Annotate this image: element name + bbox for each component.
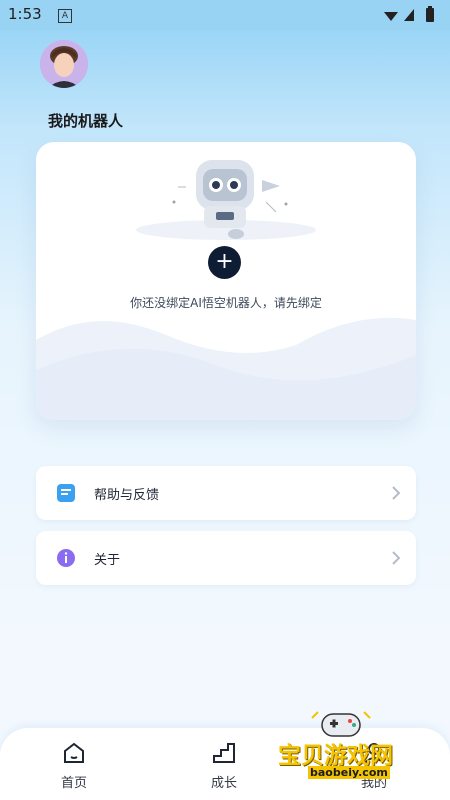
section-title: 我的机器人 xyxy=(48,112,124,130)
feedback-icon xyxy=(57,484,75,502)
menu-item-feedback[interactable]: 帮助与反馈 xyxy=(36,466,416,520)
wifi-battery-icon xyxy=(384,6,434,22)
nav-label: 成长 xyxy=(210,776,237,791)
menu-item-label: 关于 xyxy=(94,553,121,568)
avatar-icon xyxy=(40,40,88,88)
growth-icon xyxy=(213,743,235,763)
menu-item-about[interactable]: 关于 xyxy=(36,531,416,585)
card-wave-decoration xyxy=(36,317,416,420)
bind-hint-text: 你还没绑定AI悟空机器人，请先绑定 xyxy=(130,296,322,310)
watermark-text: 宝贝游戏网 xyxy=(278,743,393,769)
nav-growth[interactable]: 成长 xyxy=(184,740,264,791)
chevron-right-icon xyxy=(392,486,400,500)
add-robot-button[interactable]: + xyxy=(208,246,241,279)
nav-home[interactable]: 首页 xyxy=(34,740,114,791)
status-bar: 1:53 A xyxy=(0,0,450,30)
watermark-url: baobeiy.com xyxy=(308,766,390,779)
menu-item-label: 帮助与反馈 xyxy=(94,488,160,503)
avatar[interactable] xyxy=(40,40,88,88)
nav-label: 首页 xyxy=(60,776,87,791)
home-icon xyxy=(64,742,84,763)
chevron-right-icon xyxy=(392,551,400,565)
robot-illustration xyxy=(136,160,316,240)
status-indicator: A xyxy=(58,9,72,23)
info-icon xyxy=(57,549,75,567)
watermark: 宝贝游戏网 baobeiy.com xyxy=(272,708,422,790)
robot-card[interactable]: + 你还没绑定AI悟空机器人，请先绑定 xyxy=(36,142,416,420)
status-time: 1:53 xyxy=(8,5,42,23)
